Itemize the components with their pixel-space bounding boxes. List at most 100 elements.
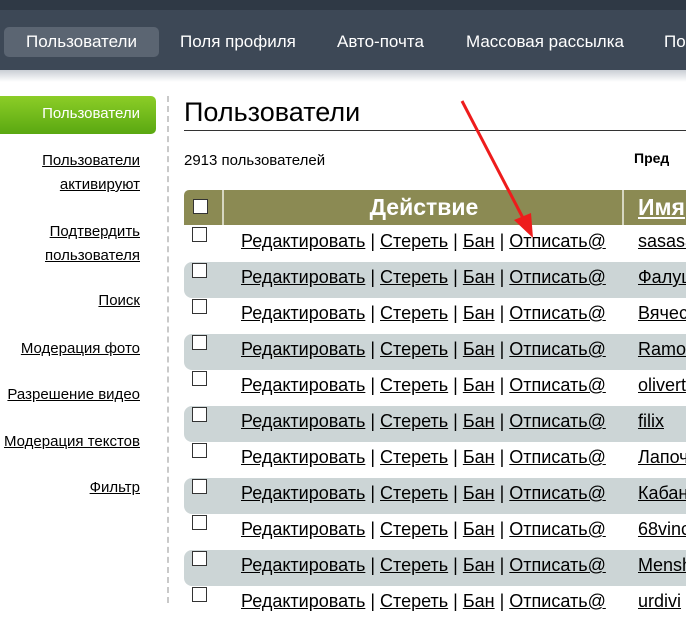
edit-link[interactable]: Редактировать — [241, 447, 365, 467]
title-underline — [184, 130, 686, 131]
delete-link[interactable]: Стереть — [380, 303, 448, 323]
edit-link[interactable]: Редактировать — [241, 591, 365, 611]
row-checkbox[interactable] — [192, 551, 207, 566]
user-name-link[interactable]: Кабан — [638, 483, 686, 504]
sidebar-item-text-moderation[interactable]: Модерация текстов — [4, 430, 140, 454]
edit-link[interactable]: Редактировать — [241, 267, 365, 287]
unsubscribe-link[interactable]: Отписать@ — [509, 411, 606, 431]
row-checkbox[interactable] — [192, 587, 207, 602]
ban-link[interactable]: Бан — [463, 555, 495, 575]
ban-link[interactable]: Бан — [463, 519, 495, 539]
ban-link[interactable]: Бан — [463, 411, 495, 431]
edit-link[interactable]: Редактировать — [241, 303, 365, 323]
user-name-link[interactable]: Лапоч — [638, 447, 686, 468]
delete-link[interactable]: Стереть — [380, 375, 448, 395]
row-checkbox[interactable] — [192, 299, 207, 314]
delete-link[interactable]: Стереть — [380, 483, 448, 503]
unsubscribe-link[interactable]: Отписать@ — [509, 591, 606, 611]
sidebar-item-photo-moderation[interactable]: Модерация фото — [21, 337, 140, 361]
delete-link[interactable]: Стереть — [380, 339, 448, 359]
row-checkbox[interactable] — [192, 263, 207, 278]
ban-link[interactable]: Бан — [463, 303, 495, 323]
user-name-link[interactable]: urdivi — [638, 591, 681, 612]
separator: | — [499, 303, 505, 323]
delete-link[interactable]: Стереть — [380, 411, 448, 431]
row-checkbox[interactable] — [192, 371, 207, 386]
edit-link[interactable]: Редактировать — [241, 555, 365, 575]
edit-link[interactable]: Редактировать — [241, 483, 365, 503]
nav-tab-profile-fields[interactable]: Поля профиля — [180, 27, 296, 57]
row-checkbox[interactable] — [192, 479, 207, 494]
separator: | — [499, 483, 505, 503]
unsubscribe-link[interactable]: Отписать@ — [509, 267, 606, 287]
edit-link[interactable]: Редактировать — [241, 231, 365, 251]
unsubscribe-link[interactable]: Отписать@ — [509, 231, 606, 251]
delete-link[interactable]: Стереть — [380, 519, 448, 539]
delete-link[interactable]: Стереть — [380, 447, 448, 467]
ban-link[interactable]: Бан — [463, 339, 495, 359]
separator: | — [499, 267, 505, 287]
separator: | — [370, 555, 376, 575]
ban-link[interactable]: Бан — [463, 375, 495, 395]
row-checkbox[interactable] — [192, 515, 207, 530]
select-all-checkbox[interactable] — [193, 199, 208, 214]
row-actions: Редактировать | Стереть | Бан | Отписать@ — [241, 339, 606, 360]
sidebar-item-video-permission[interactable]: Разрешение видео — [7, 383, 140, 407]
unsubscribe-link[interactable]: Отписать@ — [509, 483, 606, 503]
ban-link[interactable]: Бан — [463, 267, 495, 287]
user-name-link[interactable]: Фалущ — [638, 267, 686, 288]
unsubscribe-link[interactable]: Отписать@ — [509, 375, 606, 395]
nav-tab-users[interactable]: Пользователи — [4, 27, 159, 57]
separator: | — [499, 555, 505, 575]
ban-link[interactable]: Бан — [463, 483, 495, 503]
table-row: Редактировать | Стереть | Бан | Отписать@ Кабан — [184, 478, 686, 514]
separator: | — [453, 519, 458, 539]
user-name-link[interactable]: Mensh — [638, 555, 686, 576]
row-checkbox[interactable] — [192, 443, 207, 458]
unsubscribe-link[interactable]: Отписать@ — [509, 303, 606, 323]
sidebar-item-search[interactable]: Поиск — [98, 289, 140, 313]
edit-link[interactable]: Редактировать — [241, 519, 365, 539]
table-row: Редактировать | Стереть | Бан | Отписать@ olive… — [184, 370, 686, 406]
header-separator — [622, 190, 624, 225]
nav-tab-more[interactable]: По — [664, 27, 686, 57]
edit-link[interactable]: Редактировать — [241, 411, 365, 431]
sidebar-item-confirm-user[interactable]: Подтвердить пользователя — [45, 220, 140, 268]
prev-page-link[interactable]: Пред — [634, 150, 669, 166]
edit-link[interactable]: Редактировать — [241, 375, 365, 395]
column-header-action: Действие — [369, 194, 479, 220]
sidebar-item-users[interactable]: Пользователи — [0, 96, 156, 134]
user-name-link[interactable]: olivert — [638, 375, 686, 396]
delete-link[interactable]: Стереть — [380, 267, 448, 287]
separator: | — [453, 267, 458, 287]
user-name-link[interactable]: sasasa — [638, 231, 686, 252]
ban-link[interactable]: Бан — [463, 447, 495, 467]
user-name-link[interactable]: Ramos — [638, 339, 686, 360]
unsubscribe-link[interactable]: Отписать@ — [509, 339, 606, 359]
separator: | — [453, 483, 458, 503]
sidebar-item-filter[interactable]: Фильтр — [90, 476, 140, 500]
row-actions: Редактировать | Стереть | Бан | Отписать@ — [241, 231, 606, 252]
nav-tab-mass-mailing[interactable]: Массовая рассылка — [466, 27, 624, 57]
column-header-name[interactable]: Имя — [638, 190, 685, 225]
row-checkbox[interactable] — [192, 227, 207, 242]
delete-link[interactable]: Стереть — [380, 591, 448, 611]
row-checkbox[interactable] — [192, 407, 207, 422]
ban-link[interactable]: Бан — [463, 231, 495, 251]
separator: | — [370, 483, 376, 503]
edit-link[interactable]: Редактировать — [241, 339, 365, 359]
user-name-link[interactable]: Вячес — [638, 303, 686, 324]
row-checkbox[interactable] — [192, 335, 207, 350]
user-name-link[interactable]: 68vinc — [638, 519, 686, 540]
delete-link[interactable]: Стереть — [380, 231, 448, 251]
nav-tab-auto-mail[interactable]: Авто-почта — [337, 27, 424, 57]
separator: | — [453, 411, 458, 431]
sidebar-item-users-activating[interactable]: Пользователи активируют — [42, 149, 140, 197]
user-name-link[interactable]: filix — [638, 411, 664, 432]
unsubscribe-link[interactable]: Отписать@ — [509, 519, 606, 539]
unsubscribe-link[interactable]: Отписать@ — [509, 555, 606, 575]
unsubscribe-link[interactable]: Отписать@ — [509, 447, 606, 467]
delete-link[interactable]: Стереть — [380, 555, 448, 575]
separator: | — [370, 231, 376, 251]
ban-link[interactable]: Бан — [463, 591, 495, 611]
